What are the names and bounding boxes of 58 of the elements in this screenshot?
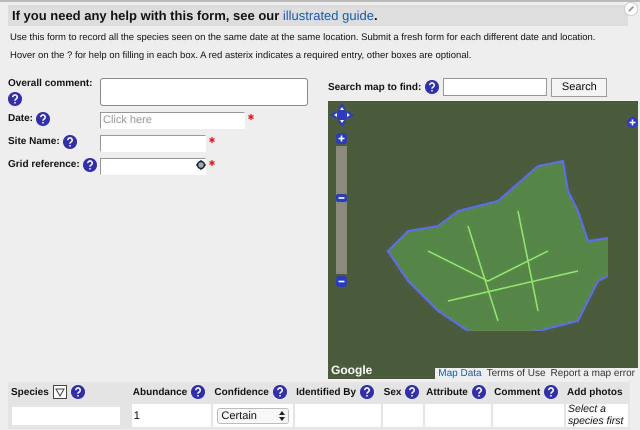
zoom-slider-thumb[interactable] (336, 194, 347, 202)
zoom-slider[interactable] (336, 146, 347, 274)
column-label: Add photos (567, 386, 623, 398)
help-icon[interactable] (544, 385, 558, 399)
zoom-in-icon[interactable] (336, 132, 347, 144)
column-label: Confidence (214, 386, 269, 398)
filter-icon[interactable] (52, 385, 67, 399)
help-icon[interactable] (36, 112, 50, 126)
help-icon[interactable] (360, 385, 374, 399)
crosshair-icon[interactable] (196, 160, 206, 170)
illustrated-guide-link[interactable]: illustrated guide (282, 8, 374, 23)
photos-note: Select a species first (565, 403, 629, 428)
confidence-dropdown[interactable]: Certain (217, 408, 290, 424)
help-icon[interactable] (405, 385, 420, 399)
map-footer-link[interactable]: Map Data (438, 368, 482, 379)
help-icon[interactable] (82, 158, 97, 172)
pencil-icon[interactable] (624, 2, 638, 16)
map-footer-link[interactable]: Terms of Use (486, 368, 546, 379)
help-icon[interactable] (472, 385, 486, 399)
attribute-cell[interactable] (424, 403, 492, 428)
help-icon[interactable] (425, 80, 440, 94)
sex-cell[interactable] (382, 403, 424, 428)
search-map-label: Search map to find: (328, 82, 422, 93)
field-label: Site Name: (8, 136, 60, 148)
dropdown-arrows-icon (279, 410, 286, 421)
map-footer-link[interactable]: Report a map error (550, 368, 635, 379)
help-icon[interactable] (70, 385, 85, 399)
comment-cell[interactable] (492, 403, 565, 428)
species-field[interactable] (12, 406, 120, 425)
help-icon[interactable] (8, 92, 22, 106)
column-label: Identified By (296, 386, 356, 398)
zoom-out-icon[interactable] (336, 276, 347, 287)
grid-reference-field[interactable] (100, 158, 206, 175)
column-label: Species (11, 386, 49, 398)
column-label: Abundance (132, 386, 188, 398)
column-label: Sex (384, 386, 402, 398)
pan-control-icon[interactable] (330, 102, 354, 127)
text-field[interactable]: Click here (100, 112, 245, 129)
field-label: Date: (8, 113, 34, 124)
expand-plus-icon[interactable] (627, 116, 638, 128)
text-field[interactable] (100, 134, 206, 152)
abundance-cell[interactable]: 1 (130, 403, 212, 428)
search-button[interactable]: Search (551, 78, 608, 97)
identified-by-cell[interactable] (294, 403, 382, 428)
column-label: Comment (494, 386, 540, 398)
satellite-map-placeholder[interactable]: Google Map Data Terms of Use Report a map error (328, 100, 638, 379)
help-text: If you need any help with this form, see our illustrated guide. (12, 8, 378, 23)
field-label: Grid reference: (8, 159, 80, 170)
column-label: Attribute (426, 386, 468, 398)
intro-text: Use this form to record all the species seen on the same date at the same location. Submit a fresh form for each different date and location. (10, 32, 596, 44)
field-label: Overall comment: (8, 78, 92, 89)
help-icon[interactable] (272, 385, 287, 399)
comment-field[interactable] (100, 78, 308, 106)
help-icon[interactable] (62, 134, 77, 149)
help-icon[interactable] (191, 385, 206, 399)
map-attribution-logo: Google (331, 362, 372, 377)
intro-text: Hover on the ? for help on filling in each box. A red asterix indicates a required entry, other boxes are optional. (10, 50, 472, 62)
map-search-field[interactable] (443, 78, 548, 96)
